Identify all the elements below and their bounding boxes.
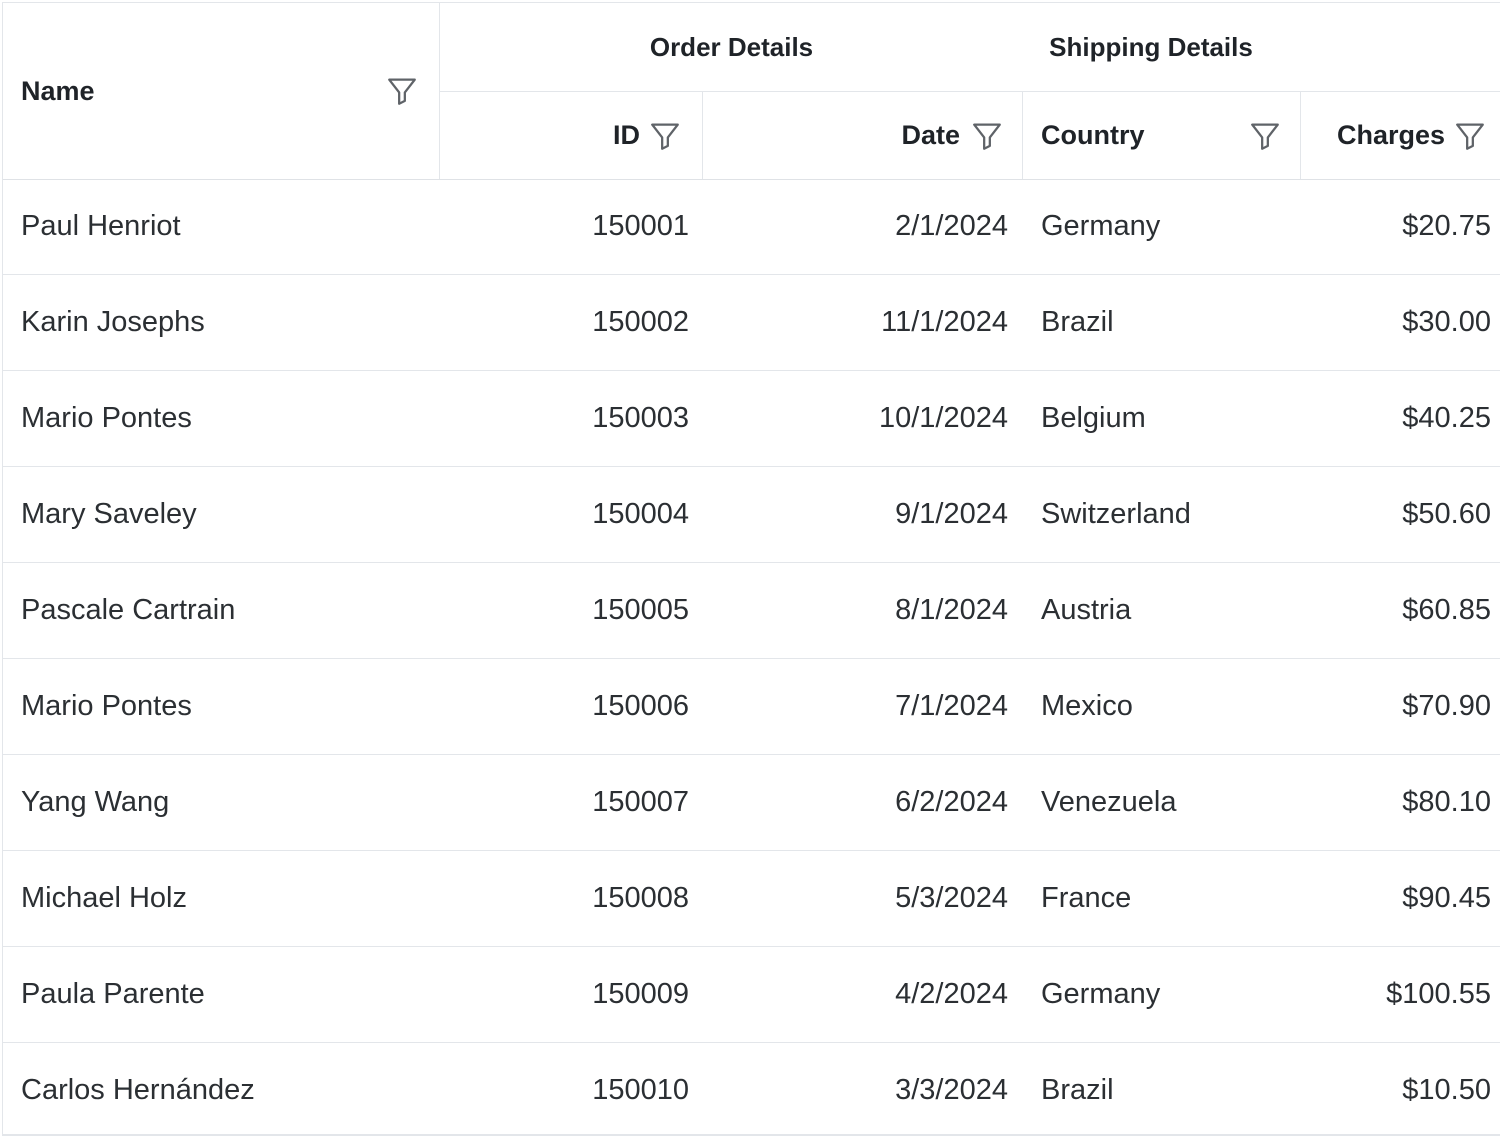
cell-id: 150002 [592,306,689,338]
table-row[interactable]: Mario Pontes 150003 10/1/2024 Belgium $4… [3,371,1500,467]
cell-name: Carlos Hernández [21,1074,255,1106]
cell-country: Brazil [1041,1074,1114,1106]
cell-charges: $90.45 [1402,882,1491,914]
cell-charges: $60.85 [1402,594,1491,626]
column-header-date-label: Date [901,120,960,150]
cell-name: Paula Parente [21,978,205,1010]
cell-country: France [1041,882,1132,914]
column-header-charges-label: Charges [1336,120,1445,150]
cell-country: Austria [1041,594,1132,626]
cell-date: 11/1/2024 [881,306,1008,338]
group-header-order-details: Order Details [440,3,1023,91]
cell-name: Mary Saveley [21,498,197,530]
table-row[interactable]: Paul Henriot 150001 2/1/2024 Germany $20… [3,179,1500,275]
cell-id: 150008 [592,882,689,914]
filter-icon[interactable] [1453,119,1487,153]
column-header-charges[interactable]: Charges [1301,92,1500,179]
table-row[interactable]: Pascale Cartrain 150005 8/1/2024 Austria… [3,563,1500,659]
cell-date: 3/3/2024 [895,1074,1008,1106]
cell-country: Brazil [1041,306,1114,338]
filter-icon[interactable] [648,119,682,153]
cell-date: 7/1/2024 [895,690,1008,722]
cell-charges: $10.50 [1402,1074,1491,1106]
column-header-date[interactable]: Date [703,92,1022,179]
cell-date: 2/1/2024 [895,210,1008,242]
table-row[interactable]: Mario Pontes 150006 7/1/2024 Mexico $70.… [3,659,1500,755]
cell-country: Germany [1041,978,1161,1010]
cell-name: Michael Holz [21,882,187,914]
table-row[interactable]: Michael Holz 150008 5/3/2024 France $90.… [3,851,1500,947]
cell-id: 150003 [592,402,689,434]
cell-country: Germany [1041,210,1161,242]
group-header-order-details-label: Order Details [649,31,814,62]
cell-country: Belgium [1041,402,1146,434]
cell-country: Mexico [1041,690,1133,722]
cell-id: 150004 [592,498,689,530]
cell-name: Yang Wang [21,786,170,818]
table-row[interactable]: Karin Josephs 150002 11/1/2024 Brazil $3… [3,275,1500,371]
cell-name: Mario Pontes [21,402,192,434]
filter-icon[interactable] [1248,119,1282,153]
data-grid: Name Order Details Shipping Details ID D… [2,2,1500,1136]
cell-name: Pascale Cartrain [21,594,236,626]
group-header-shipping-details-label: Shipping Details [1049,31,1253,62]
group-header-shipping-details: Shipping Details [1023,3,1279,91]
cell-date: 9/1/2024 [895,498,1008,530]
cell-country: Venezuela [1041,786,1177,818]
filter-icon[interactable] [970,119,1004,153]
cell-id: 150005 [592,594,689,626]
table-row[interactable]: Mary Saveley 150004 9/1/2024 Switzerland… [3,467,1500,563]
column-header-id[interactable]: ID [440,92,702,179]
cell-date: 5/3/2024 [895,882,1008,914]
cell-name: Karin Josephs [21,306,205,338]
column-header-id-label: ID [613,120,640,150]
cell-charges: $80.10 [1402,786,1491,818]
cell-name: Paul Henriot [21,210,181,242]
cell-charges: $20.75 [1402,210,1491,242]
table-row[interactable]: Paula Parente 150009 4/2/2024 Germany $1… [3,947,1500,1043]
cell-charges: $40.25 [1402,402,1491,434]
cell-charges: $30.00 [1402,306,1491,338]
cell-date: 10/1/2024 [878,402,1008,434]
column-header-country-label: Country [1041,120,1145,150]
table-row[interactable]: Carlos Hernández 150010 3/3/2024 Brazil … [3,1043,1500,1134]
cell-id: 150001 [592,210,689,242]
grid-header: Name Order Details Shipping Details ID D… [3,3,1500,180]
cell-id: 150007 [592,786,689,818]
cell-charges: $50.60 [1402,498,1491,530]
cell-charges: $100.55 [1386,978,1491,1010]
filter-icon[interactable] [385,74,419,108]
cell-date: 4/2/2024 [895,978,1008,1010]
cell-id: 150006 [592,690,689,722]
cell-name: Mario Pontes [21,690,192,722]
column-header-name-label: Name [21,75,95,106]
cell-country: Switzerland [1041,498,1191,530]
cell-charges: $70.90 [1402,690,1491,722]
cell-id: 150010 [592,1074,689,1106]
cell-date: 8/1/2024 [895,594,1008,626]
column-header-country[interactable]: Country [1023,92,1300,179]
column-header-name[interactable]: Name [3,3,439,179]
table-row[interactable]: Yang Wang 150007 6/2/2024 Venezuela $80.… [3,755,1500,851]
cell-id: 150009 [592,978,689,1010]
cell-date: 6/2/2024 [895,786,1008,818]
